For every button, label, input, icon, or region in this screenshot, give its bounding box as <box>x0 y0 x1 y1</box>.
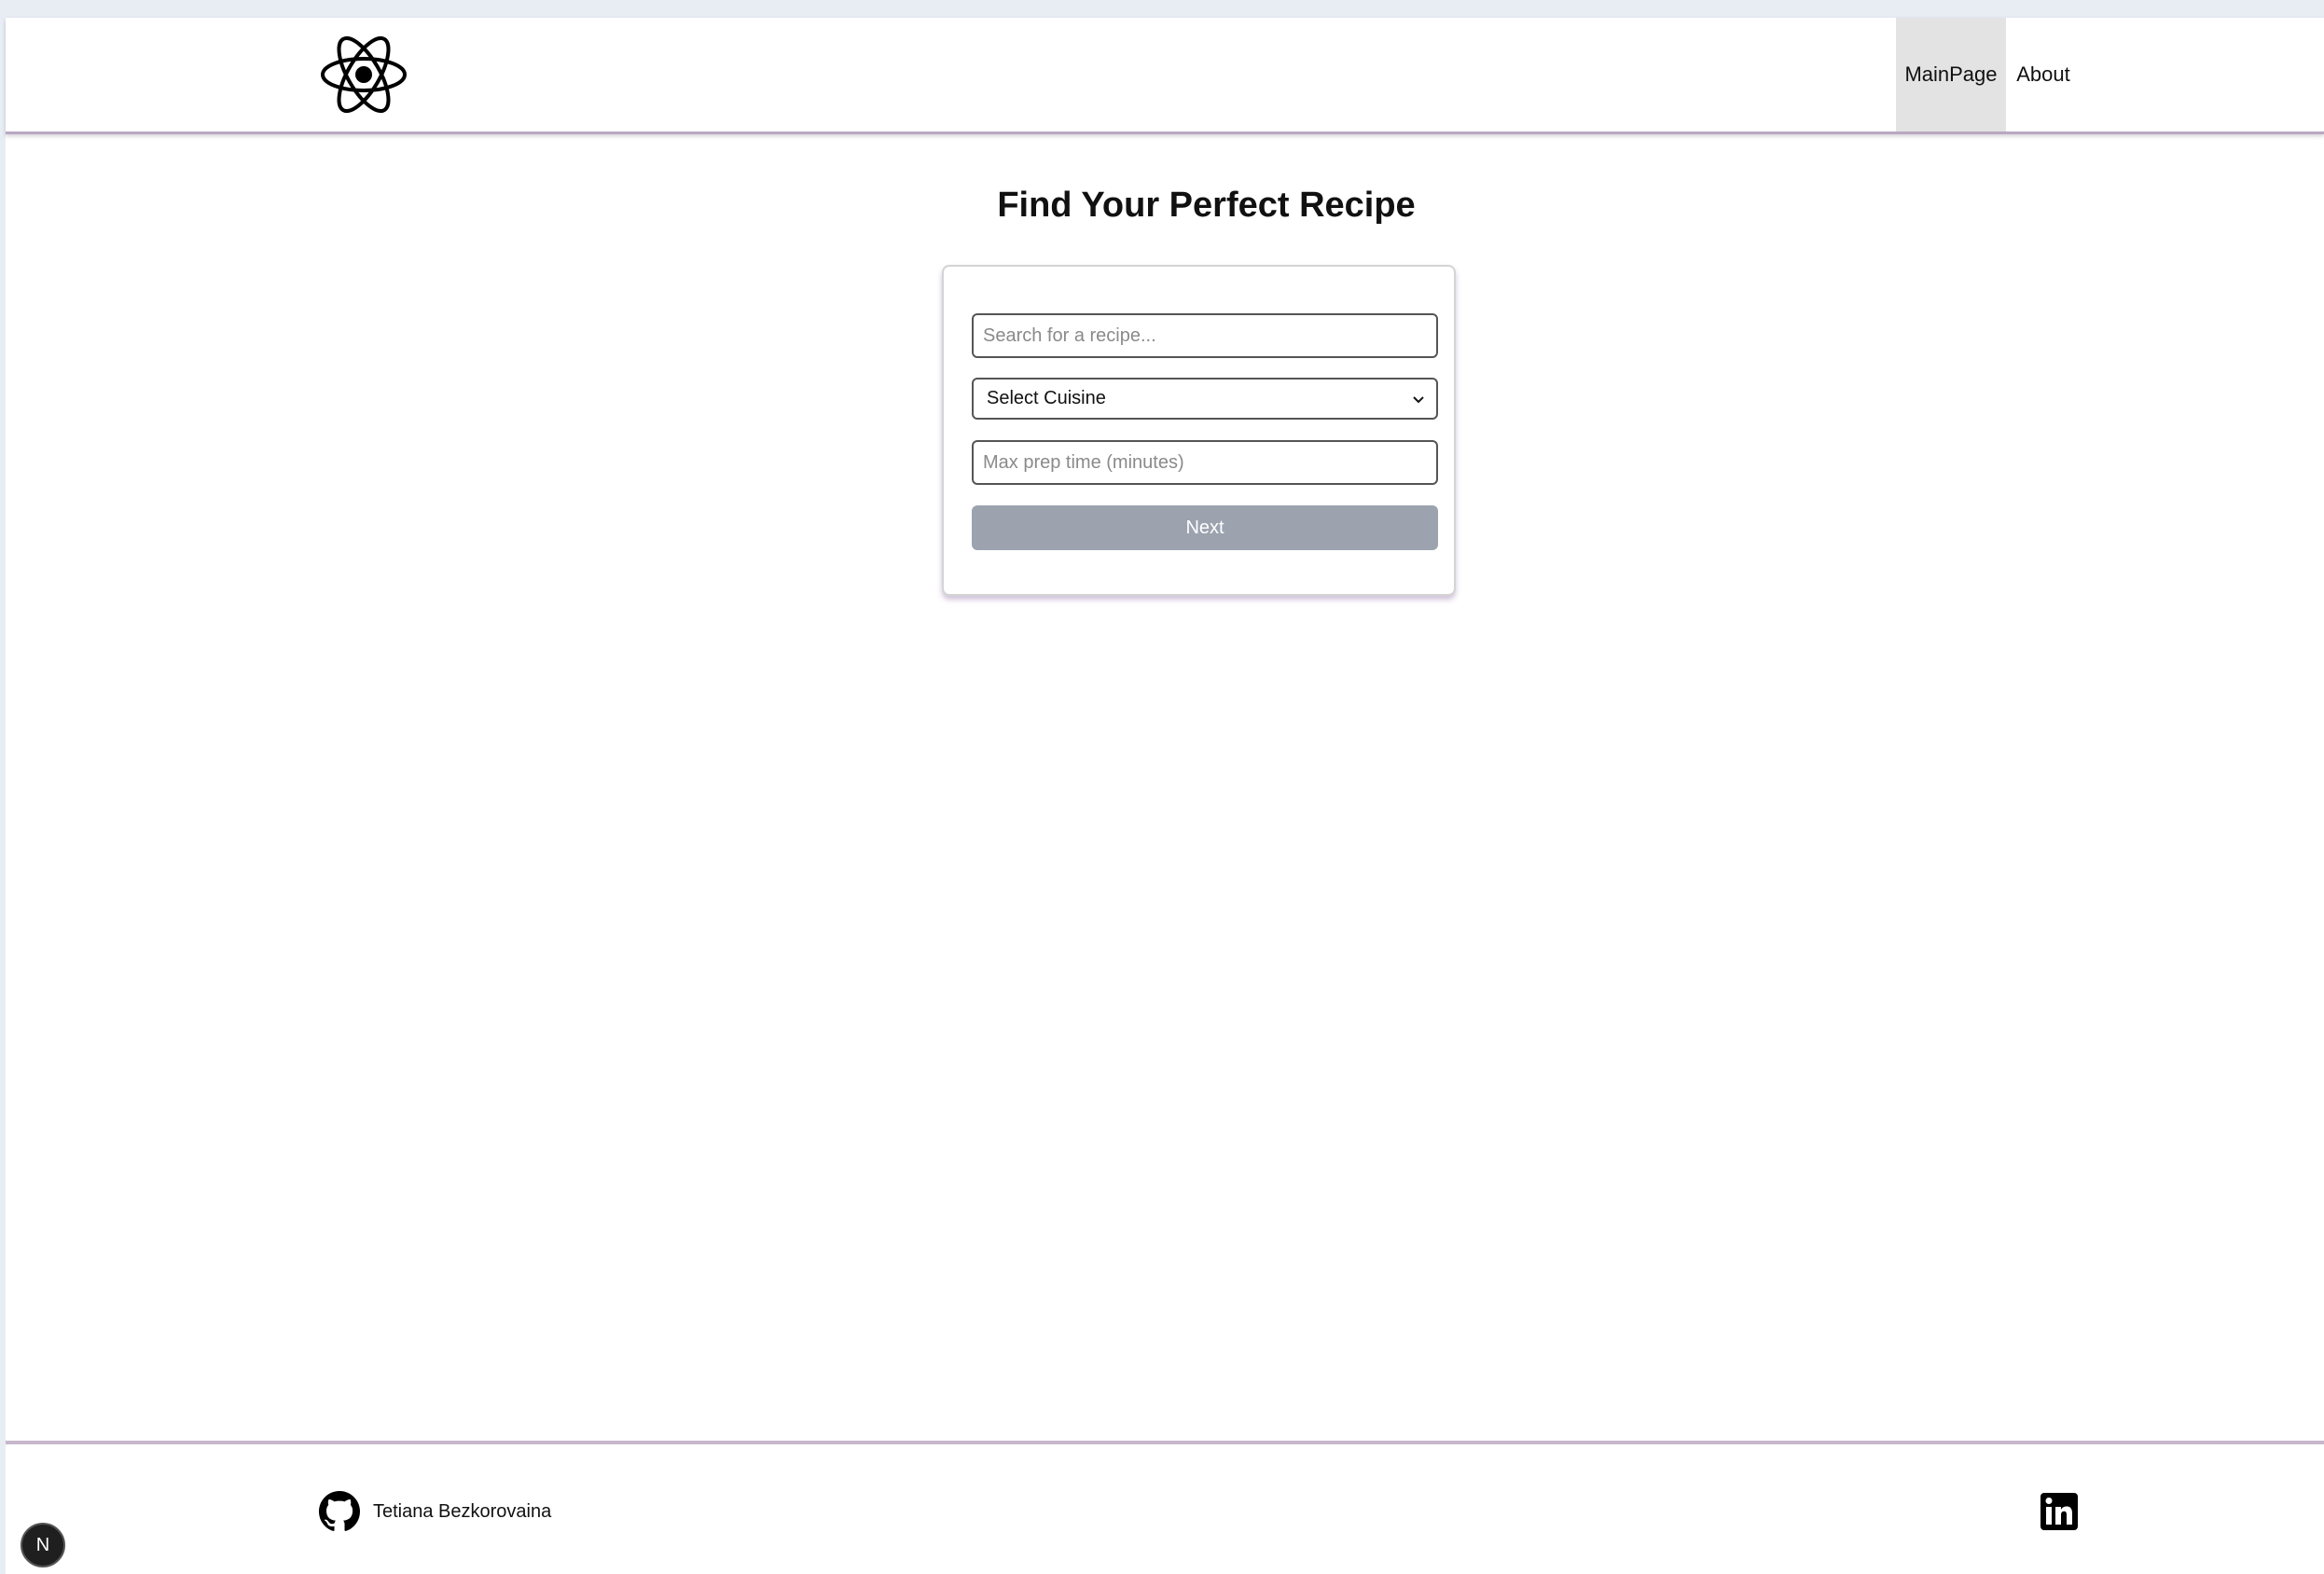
next-button[interactable]: Next <box>972 505 1438 550</box>
nav-link-about[interactable]: About <box>2006 18 2081 131</box>
recipe-search-form: Select Cuisine Next <box>942 265 1456 596</box>
linkedin-icon[interactable] <box>2040 1493 2078 1530</box>
nav-link-mainpage[interactable]: MainPage <box>1896 18 2006 131</box>
react-atom-icon[interactable] <box>319 34 408 116</box>
nextjs-devtools-badge[interactable]: N <box>21 1523 65 1567</box>
author-name: Tetiana Bezkorovaina <box>373 1500 552 1522</box>
github-icon <box>319 1491 360 1531</box>
main-nav: MainPage About <box>1896 18 2081 131</box>
page: MainPage About Find Your Perfect Recipe … <box>6 18 2324 1574</box>
chevron-down-icon <box>1413 395 1424 403</box>
cuisine-select[interactable]: Select Cuisine <box>972 378 1438 420</box>
recipe-search-input[interactable] <box>972 313 1438 358</box>
site-header: MainPage About <box>6 18 2324 134</box>
github-link[interactable]: Tetiana Bezkorovaina <box>319 1491 551 1532</box>
max-prep-time-input[interactable] <box>972 440 1438 485</box>
cuisine-select-value: Select Cuisine <box>987 388 1106 408</box>
site-footer: Tetiana Bezkorovaina <box>6 1441 2324 1574</box>
page-title: Find Your Perfect Recipe <box>997 186 1416 225</box>
